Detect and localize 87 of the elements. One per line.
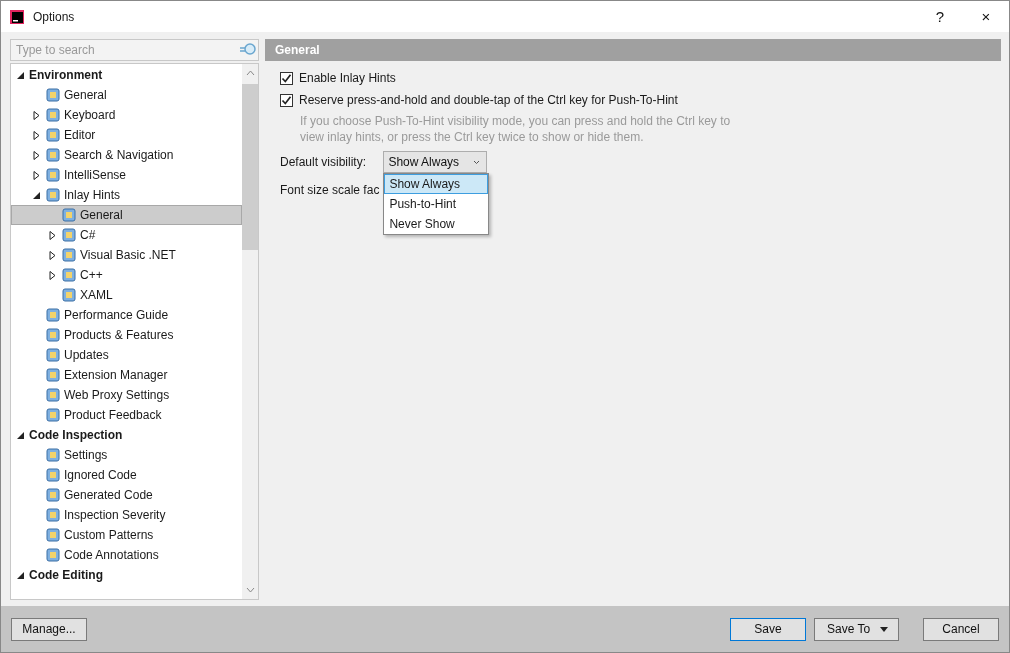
page-icon <box>45 147 61 163</box>
tree-item[interactable]: Keyboard <box>11 105 242 125</box>
tree-item[interactable]: Settings <box>11 445 242 465</box>
checkbox[interactable] <box>280 71 293 85</box>
tree-item[interactable]: Code Editing <box>11 565 242 585</box>
page-icon <box>61 247 77 263</box>
collapsed-arrow-icon[interactable] <box>32 110 41 120</box>
collapsed-arrow-icon[interactable] <box>32 150 41 160</box>
tree-item[interactable]: Visual Basic .NET <box>11 245 242 265</box>
tree-item[interactable]: Web Proxy Settings <box>11 385 242 405</box>
checkbox-option[interactable]: Reserve press-and-hold and double-tap of the Ctrl key for Push-To-Hint <box>280 89 986 111</box>
tree-item[interactable]: General <box>11 205 242 225</box>
tree-item[interactable]: Custom Patterns <box>11 525 242 545</box>
tree-item[interactable]: Ignored Code <box>11 465 242 485</box>
collapsed-arrow-icon[interactable] <box>48 270 57 280</box>
visibility-label: Default visibility: <box>280 155 368 169</box>
search-field[interactable]: Type to search <box>10 39 259 61</box>
scrollbar[interactable] <box>242 64 258 599</box>
font-scale-label: Font size scale fac <box>280 183 380 197</box>
tree-item[interactable]: Editor <box>11 125 242 145</box>
expanded-arrow-icon[interactable] <box>32 190 41 200</box>
caret-icon <box>880 626 888 632</box>
page-icon <box>61 267 77 283</box>
page-icon <box>45 447 61 463</box>
scroll-up-icon[interactable] <box>245 70 255 76</box>
page-icon <box>45 527 61 543</box>
page-icon <box>45 467 61 483</box>
window-title: Options <box>33 9 75 24</box>
tree-item[interactable]: Generated Code <box>11 485 242 505</box>
tree-item[interactable]: Product Feedback <box>11 405 242 425</box>
page-icon <box>45 367 61 383</box>
tree-item[interactable]: Products & Features <box>11 325 242 345</box>
page-icon <box>45 347 61 363</box>
close-button[interactable]: × <box>963 1 1009 32</box>
tree-item[interactable]: C++ <box>11 265 242 285</box>
tree-item[interactable]: Code Inspection <box>11 425 242 445</box>
page-icon <box>45 107 61 123</box>
expanded-arrow-icon[interactable] <box>16 70 25 80</box>
help-button[interactable]: ? <box>917 1 963 32</box>
manage-button[interactable]: Manage... <box>11 617 87 641</box>
chevron-down-icon <box>473 159 481 165</box>
app-logo-icon <box>9 8 25 25</box>
page-icon <box>61 207 77 223</box>
page-icon <box>45 487 61 503</box>
hint-text: If you choose Push-To-Hint visibility mode, you can press and hold the Ctrl key to view inlay hints, or press the Ctrl key twice to show or hide them. <box>300 113 732 145</box>
page-icon <box>45 307 61 323</box>
collapsed-arrow-icon[interactable] <box>48 230 57 240</box>
tree-item[interactable]: XAML <box>11 285 242 305</box>
page-icon <box>45 407 61 423</box>
scroll-down-icon[interactable] <box>245 587 255 593</box>
search-icon <box>239 42 257 58</box>
tree-item[interactable]: C# <box>11 225 242 245</box>
tree-item[interactable]: General <box>11 85 242 105</box>
collapsed-arrow-icon[interactable] <box>48 250 57 260</box>
page-icon <box>61 287 77 303</box>
page-icon <box>45 387 61 403</box>
collapsed-arrow-icon[interactable] <box>32 130 41 140</box>
page-icon <box>45 327 61 343</box>
tree-item[interactable]: Inlay Hints <box>11 185 242 205</box>
page-icon <box>45 87 61 103</box>
save-to-button[interactable]: Save To <box>814 617 899 641</box>
expanded-arrow-icon[interactable] <box>16 430 25 440</box>
tree-item[interactable]: Search & Navigation <box>11 145 242 165</box>
dropdown-option[interactable]: Never Show <box>384 214 489 234</box>
tree-item[interactable]: IntelliSense <box>11 165 242 185</box>
collapsed-arrow-icon[interactable] <box>32 170 41 180</box>
checkbox-option[interactable]: Enable Inlay Hints <box>280 67 986 89</box>
page-header: General <box>265 39 1001 61</box>
page-icon <box>45 127 61 143</box>
dropdown-option[interactable]: Push-to-Hint <box>384 194 489 214</box>
tree-item[interactable]: Performance Guide <box>11 305 242 325</box>
tree-item[interactable]: Updates <box>11 345 242 365</box>
page-icon <box>45 187 61 203</box>
tree-item[interactable]: Code Annotations <box>11 545 242 565</box>
page-icon <box>45 507 61 523</box>
tree-item[interactable]: Inspection Severity <box>11 505 242 525</box>
tree-item[interactable]: Extension Manager <box>11 365 242 385</box>
page-icon <box>45 547 61 563</box>
page-icon <box>61 227 77 243</box>
page-icon <box>45 167 61 183</box>
cancel-button[interactable]: Cancel <box>923 617 999 641</box>
visibility-dropdown[interactable]: Show Always <box>383 151 488 173</box>
dropdown-option[interactable]: Show Always <box>384 174 489 194</box>
checkbox[interactable] <box>280 93 293 107</box>
expanded-arrow-icon[interactable] <box>16 570 25 580</box>
save-button[interactable]: Save <box>730 617 806 641</box>
tree-item[interactable]: Environment <box>11 65 242 85</box>
